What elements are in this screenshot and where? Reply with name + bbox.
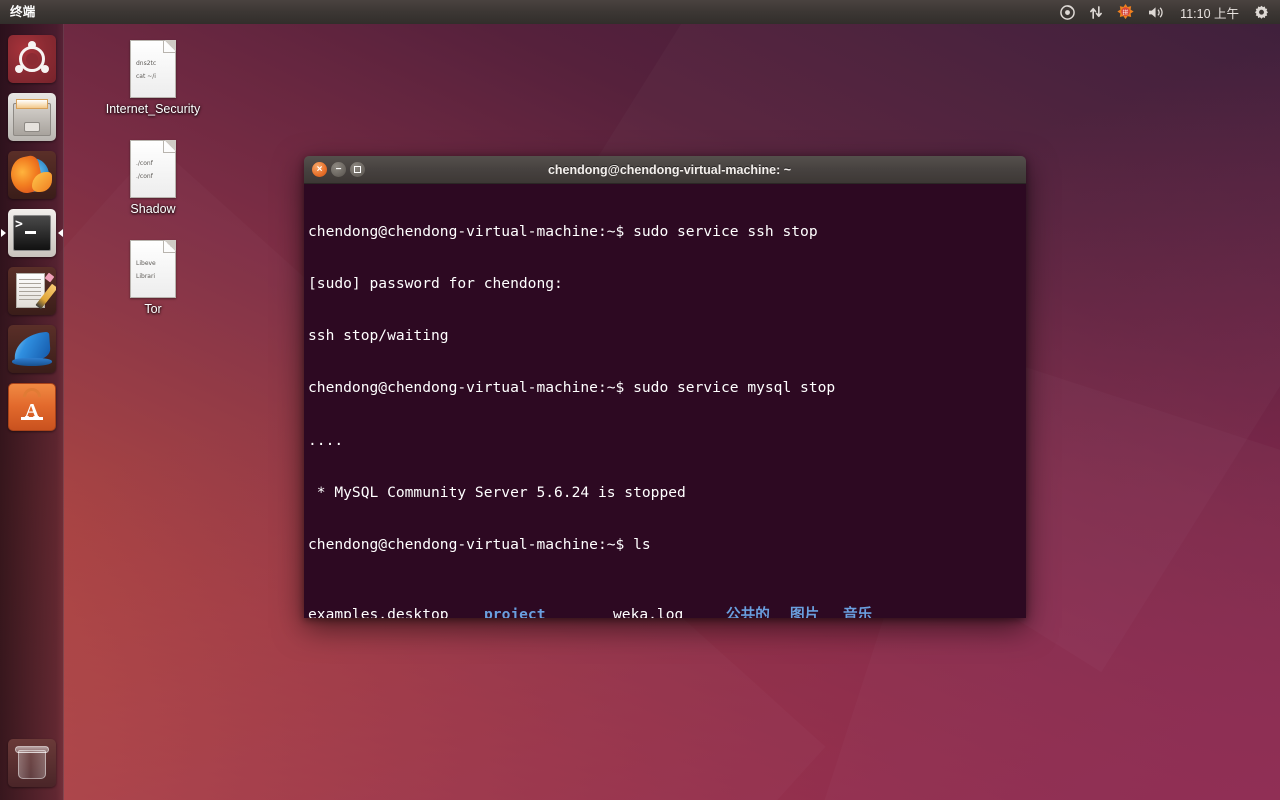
text-file-icon: ./conf ./conf bbox=[130, 140, 176, 198]
clock[interactable]: 11:10 上午 bbox=[1174, 3, 1245, 22]
launcher-item-software-center[interactable]: A bbox=[0, 378, 64, 436]
close-icon: × bbox=[316, 163, 323, 175]
software-center-icon: A bbox=[8, 383, 56, 431]
ls-entry: 图片 bbox=[790, 605, 820, 618]
terminal-line: chendong@chendong-virtual-machine:~$ sud… bbox=[308, 379, 1020, 396]
ubuntu-logo-icon bbox=[8, 35, 56, 83]
terminal-output-area[interactable]: chendong@chendong-virtual-machine:~$ sud… bbox=[304, 184, 1026, 618]
terminal-titlebar[interactable]: × − chendong@chendong-virtual-machine: ~ bbox=[304, 156, 1026, 184]
active-app-arrow-right bbox=[58, 229, 63, 237]
active-app-arrow-left bbox=[1, 229, 6, 237]
terminal-title: chendong@chendong-virtual-machine: ~ bbox=[547, 162, 792, 177]
shell-command: sudo service mysql stop bbox=[633, 379, 836, 397]
terminal-icon: > bbox=[8, 209, 56, 257]
launcher-item-trash[interactable] bbox=[0, 734, 64, 792]
terminal-window[interactable]: × − chendong@chendong-virtual-machine: ~… bbox=[304, 156, 1026, 618]
network-icon[interactable] bbox=[1084, 0, 1108, 24]
ls-entry: project bbox=[484, 605, 546, 618]
launcher-item-firefox[interactable] bbox=[0, 146, 64, 204]
launcher-item-files[interactable] bbox=[0, 88, 64, 146]
input-method-icon[interactable]: 拼 bbox=[1112, 0, 1139, 24]
desktop-icon-shadow[interactable]: ./conf ./conf Shadow bbox=[93, 140, 213, 217]
text-editor-icon bbox=[8, 267, 56, 315]
desktop-icon-label: Shadow bbox=[130, 202, 176, 216]
messaging-icon[interactable] bbox=[1055, 0, 1080, 24]
shell-prompt: chendong@chendong-virtual-machine:~$ bbox=[308, 222, 634, 240]
file-preview-line: dns2tc bbox=[136, 60, 157, 67]
shell-command: sudo service ssh stop bbox=[633, 222, 818, 240]
ls-output-row: examples.desktop project weka.log 公共的 图片… bbox=[308, 606, 1020, 618]
file-preview-line: cat ~/i bbox=[136, 73, 156, 80]
unity-launcher: > A bbox=[0, 24, 64, 800]
terminal-line: chendong@chendong-virtual-machine:~$ sud… bbox=[308, 223, 1020, 240]
desktop-icon-internet-security[interactable]: dns2tc cat ~/i Internet_Security bbox=[93, 40, 213, 117]
svg-text:拼: 拼 bbox=[1123, 8, 1129, 16]
file-preview-line: ./conf bbox=[136, 173, 153, 180]
maximize-icon bbox=[354, 166, 361, 173]
session-menu-icon[interactable] bbox=[1249, 0, 1274, 24]
close-button[interactable]: × bbox=[312, 162, 327, 177]
volume-icon[interactable] bbox=[1143, 0, 1170, 24]
terminal-line: chendong@chendong-virtual-machine:~$ ls bbox=[308, 536, 1020, 553]
launcher-item-terminal[interactable]: > bbox=[0, 204, 64, 262]
launcher-item-gedit[interactable] bbox=[0, 262, 64, 320]
maximize-button[interactable] bbox=[350, 162, 365, 177]
text-file-icon: Libeve Librari bbox=[130, 240, 176, 298]
file-preview-line: Librari bbox=[136, 273, 156, 280]
terminal-line: [sudo] password for chendong: bbox=[308, 275, 563, 293]
minimize-button[interactable]: − bbox=[331, 162, 346, 177]
shell-prompt: chendong@chendong-virtual-machine:~$ bbox=[308, 536, 634, 554]
firefox-icon bbox=[8, 151, 56, 199]
desktop-icon-label: Tor bbox=[144, 302, 162, 316]
shell-command: ls bbox=[633, 536, 651, 554]
ls-entry: weka.log bbox=[613, 605, 684, 618]
file-preview-line: ./conf bbox=[136, 160, 153, 167]
desktop-icon-label: Internet_Security bbox=[105, 102, 201, 116]
terminal-line: ssh stop/waiting bbox=[308, 327, 449, 345]
desktop-icon-tor[interactable]: Libeve Librari Tor bbox=[93, 240, 213, 317]
trash-icon bbox=[8, 739, 56, 787]
wireshark-icon bbox=[8, 325, 56, 373]
minimize-icon: − bbox=[335, 163, 342, 175]
desktop[interactable]: 终端 拼 11:10 上午 > A dns2tc cat ~/i Interne… bbox=[0, 0, 1280, 800]
shell-prompt: chendong@chendong-virtual-machine:~$ bbox=[308, 379, 634, 397]
terminal-line: .... bbox=[308, 431, 344, 449]
file-preview-line: Libeve bbox=[136, 260, 156, 267]
app-menu-title[interactable]: 终端 bbox=[0, 0, 46, 24]
launcher-item-ubuntu-dash[interactable] bbox=[0, 30, 64, 88]
text-file-icon: dns2tc cat ~/i bbox=[130, 40, 176, 98]
ls-entry: 公共的 bbox=[726, 605, 770, 618]
top-panel: 终端 拼 11:10 上午 bbox=[0, 0, 1280, 24]
ls-entry: 音乐 bbox=[843, 605, 873, 618]
file-manager-icon bbox=[8, 93, 56, 141]
indicator-area: 拼 11:10 上午 bbox=[1055, 0, 1280, 24]
launcher-item-wireshark[interactable] bbox=[0, 320, 64, 378]
ls-entry: examples.desktop bbox=[308, 605, 449, 618]
terminal-line: * MySQL Community Server 5.6.24 is stopp… bbox=[308, 483, 686, 501]
